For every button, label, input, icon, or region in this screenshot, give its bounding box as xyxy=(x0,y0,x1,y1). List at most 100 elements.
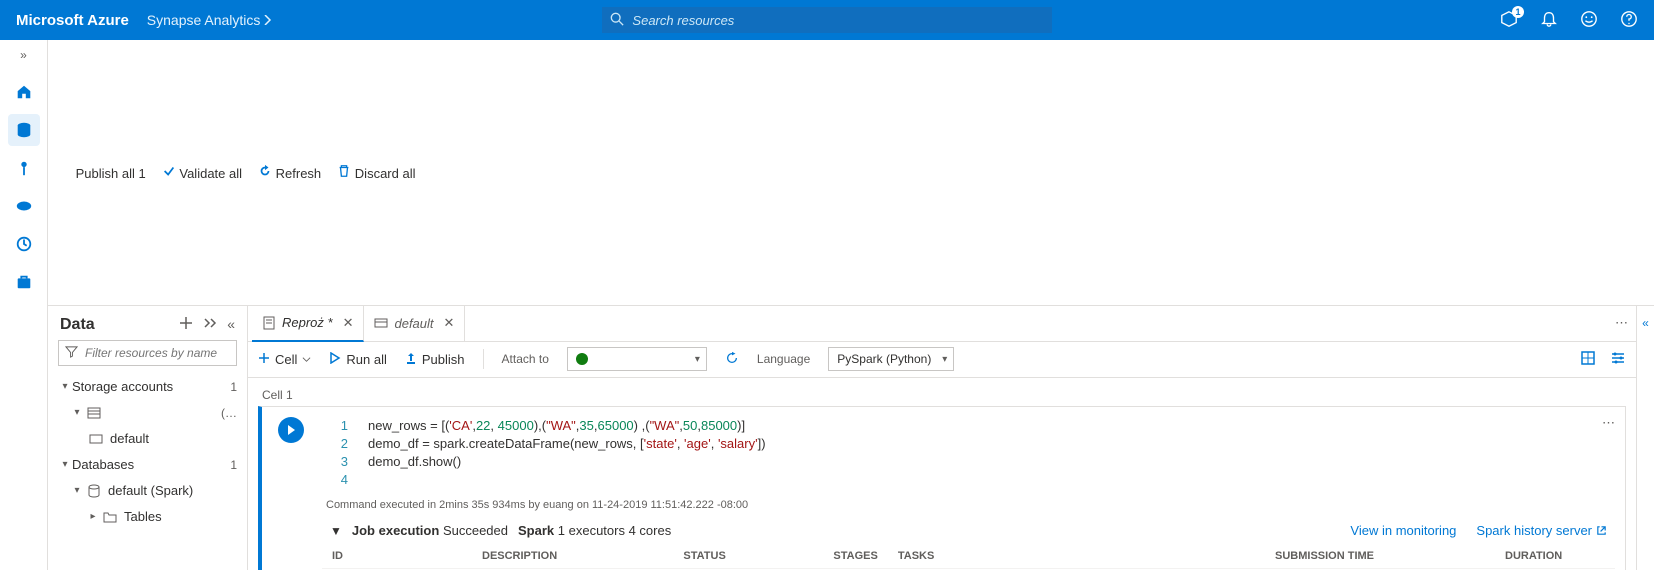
data-panel: Data « ▾Storage accounts xyxy=(48,306,248,570)
close-tab-icon[interactable]: ✕ xyxy=(444,315,455,331)
rail-data[interactable] xyxy=(8,114,40,146)
language-dropdown[interactable]: PySpark (Python)▾ xyxy=(828,347,954,371)
tab-reproz[interactable]: Reproż * ✕ xyxy=(252,306,364,342)
session-refresh-button[interactable] xyxy=(725,351,739,368)
spark-detail: 1 executors 4 cores xyxy=(558,523,671,538)
jobs-table: ID DESCRIPTION STATUS STAGES TASKS SUBMI… xyxy=(322,544,1615,570)
filter-icon xyxy=(65,345,78,361)
tree-default-spark[interactable]: ▾default (Spark) xyxy=(54,478,241,504)
view-monitoring-link[interactable]: View in monitoring xyxy=(1350,523,1456,538)
col-status: STATUS xyxy=(673,544,823,569)
close-tab-icon[interactable]: ✕ xyxy=(343,315,354,331)
tree-tables[interactable]: ▸Tables xyxy=(54,504,241,530)
publish-nb-label: Publish xyxy=(422,352,465,367)
publish-all-button[interactable]: Publish all 1 xyxy=(58,164,146,181)
collapse-right-icon[interactable]: « xyxy=(1636,306,1654,570)
refresh-button[interactable]: Refresh xyxy=(258,164,321,181)
spark-history-link[interactable]: Spark history server xyxy=(1476,523,1607,538)
execution-info: Command executed in 2mins 35s 934ms by e… xyxy=(326,499,1615,511)
publish-icon xyxy=(58,164,72,178)
run-all-button[interactable]: Run all xyxy=(329,352,386,367)
run-all-label: Run all xyxy=(346,352,386,367)
folder-icon xyxy=(102,509,118,525)
storage-icon xyxy=(86,405,102,421)
help-icon[interactable] xyxy=(1620,10,1638,31)
directory-icon[interactable]: 1 xyxy=(1500,10,1518,31)
notifications-icon[interactable] xyxy=(1540,10,1558,31)
workspace-breadcrumb[interactable]: Synapse Analytics xyxy=(147,12,273,28)
run-cell-button[interactable] xyxy=(278,417,304,443)
attach-to-label: Attach to xyxy=(502,352,549,366)
tree-storage-accounts[interactable]: ▾Storage accounts 1 xyxy=(54,374,241,400)
tree-databases[interactable]: ▾Databases 1 xyxy=(54,452,241,478)
validate-all-button[interactable]: Validate all xyxy=(162,164,242,181)
data-panel-title: Data xyxy=(60,316,95,334)
cell-label-text: Cell 1 xyxy=(262,388,1626,402)
add-resource-icon[interactable] xyxy=(179,316,193,333)
storage-tab-icon xyxy=(374,316,388,330)
global-search-input[interactable] xyxy=(602,7,1052,33)
database-icon xyxy=(86,483,102,499)
language-label: Language xyxy=(757,352,810,366)
col-sub: SUBMISSION TIME xyxy=(1265,544,1495,569)
col-desc: DESCRIPTION xyxy=(472,544,673,569)
editor-tabs: Reproż * ✕ default ✕ ⋯ xyxy=(248,306,1636,342)
notebook-toolbar: Cell Run all Publish Attach to ▾ Languag… xyxy=(248,342,1636,378)
databases-label: Databases xyxy=(72,457,134,472)
rail-monitor[interactable] xyxy=(8,228,40,260)
search-icon xyxy=(610,12,624,29)
panel-actions-icon[interactable] xyxy=(203,316,217,333)
refresh-icon xyxy=(258,164,272,178)
rail-manage[interactable] xyxy=(8,266,40,298)
tabs-more-icon[interactable]: ⋯ xyxy=(1615,315,1628,331)
col-id: ID xyxy=(322,544,472,569)
job-execution-label: Job execution xyxy=(352,523,439,538)
collapse-job-exec-icon[interactable]: ▼ xyxy=(330,524,342,538)
cell-more-icon[interactable]: ⋯ xyxy=(1602,415,1615,431)
storage-accounts-label: Storage accounts xyxy=(72,379,173,394)
attach-to-dropdown[interactable]: ▾ xyxy=(567,347,707,371)
refresh-label: Refresh xyxy=(276,166,322,181)
rail-orchestrate[interactable] xyxy=(8,190,40,222)
col-stages: STAGES xyxy=(823,544,887,569)
tree-storage-account-item[interactable]: ▾ (… xyxy=(54,400,241,426)
storage-count: 1 xyxy=(230,380,237,394)
brand-label: Microsoft Azure xyxy=(16,12,129,29)
tables-label: Tables xyxy=(124,509,162,524)
default-container-label: default xyxy=(110,431,149,446)
code-editor[interactable]: 1new_rows = [('CA',22, 45000),("WA",35,6… xyxy=(322,417,1615,490)
spark-label: Spark xyxy=(518,523,554,538)
code-cell[interactable]: ⋯ 1new_rows = [('CA',22, 45000),("WA",35… xyxy=(258,406,1626,570)
trash-icon xyxy=(337,164,351,178)
rail-home[interactable] xyxy=(8,76,40,108)
container-icon xyxy=(88,431,104,447)
notification-badge: 1 xyxy=(1512,6,1524,18)
workspace-area: Reproż * ✕ default ✕ ⋯ Cell Run all Publ… xyxy=(248,306,1636,570)
cell-label: Cell xyxy=(275,352,297,367)
publish-all-label: Publish all xyxy=(76,166,135,181)
discard-all-label: Discard all xyxy=(355,166,416,181)
databases-count: 1 xyxy=(230,458,237,472)
external-link-icon xyxy=(1596,525,1607,536)
col-dur: DURATION xyxy=(1495,544,1615,569)
settings-icon[interactable] xyxy=(1610,350,1626,369)
notebook-icon xyxy=(262,316,276,330)
rail-develop[interactable] xyxy=(8,152,40,184)
filter-resources-input[interactable] xyxy=(58,340,237,366)
variables-icon[interactable] xyxy=(1580,350,1596,369)
col-tasks: TASKS xyxy=(888,544,1265,569)
status-green-icon xyxy=(576,353,588,365)
expand-rail-icon[interactable]: » xyxy=(20,48,27,62)
tree-default-container[interactable]: default xyxy=(54,426,241,452)
publish-notebook-button[interactable]: Publish xyxy=(405,352,465,367)
left-icon-rail: » xyxy=(0,40,48,570)
feedback-icon[interactable] xyxy=(1580,10,1598,31)
collapse-panel-icon[interactable]: « xyxy=(227,316,235,333)
storage-child-ellipsis: (… xyxy=(221,406,237,420)
add-cell-button[interactable]: Cell xyxy=(258,352,311,367)
chevron-down-icon xyxy=(302,355,311,364)
language-value: PySpark (Python) xyxy=(837,352,931,366)
discard-all-button[interactable]: Discard all xyxy=(337,164,415,181)
tab-default[interactable]: default ✕ xyxy=(364,305,465,341)
validate-all-label: Validate all xyxy=(179,166,242,181)
